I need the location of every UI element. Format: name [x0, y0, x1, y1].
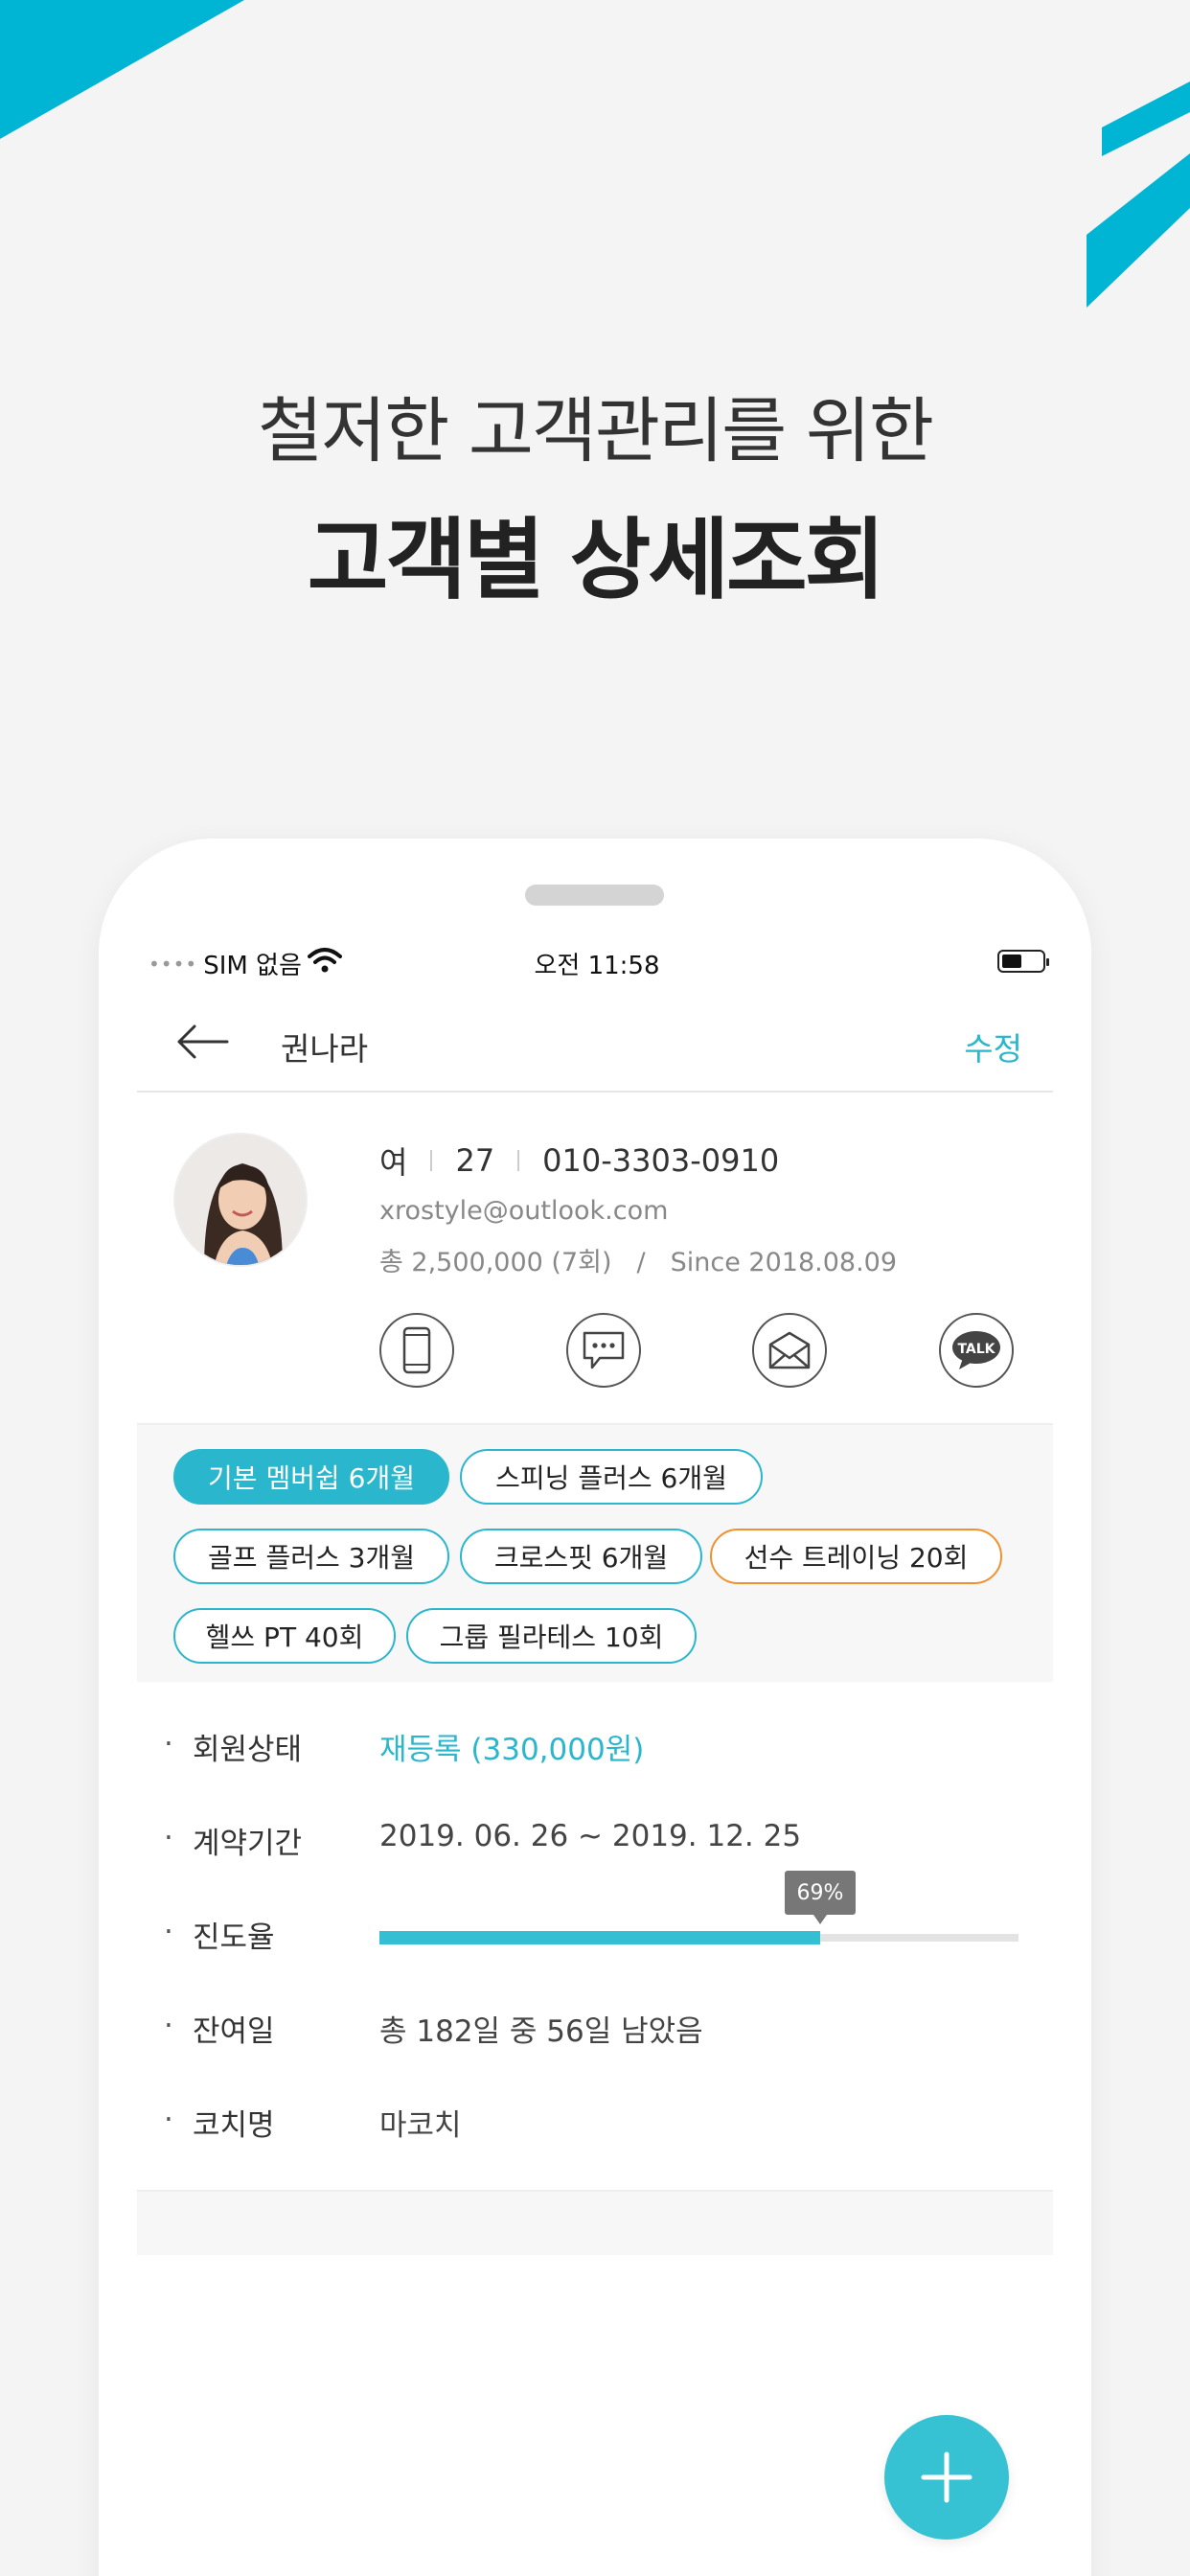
phone-frame: •••• SIM 없음 오전 11:58 권나라 수정 여 27 010-330…	[99, 839, 1091, 2576]
progress-label: 진도율	[193, 1920, 275, 1955]
remaining-days-label: 잔여일	[193, 2014, 275, 2049]
email-value: xrostyle@outlook.com	[379, 1196, 669, 1226]
message-icon[interactable]	[566, 1313, 641, 1388]
tag-crossfit[interactable]: 크로스핏 6개월	[460, 1529, 702, 1584]
row-member-status: · 회원상태 재등록 (330,000원)	[137, 1725, 1053, 1773]
edit-button[interactable]: 수정	[964, 1024, 1022, 1070]
add-button[interactable]	[884, 2415, 1009, 2540]
headline-title: 고객별 상세조회	[307, 509, 886, 611]
detail-list: · 회원상태 재등록 (330,000원) · 계약기간 2019. 06. 2…	[137, 1682, 1053, 2161]
profile-section: 여 27 010-3303-0910 xrostyle@outlook.com …	[137, 1092, 1053, 1423]
tag-golf[interactable]: 골프 플러스 3개월	[173, 1529, 449, 1584]
battery-icon	[997, 950, 1049, 973]
corner-decoration-right	[1037, 81, 1190, 311]
status-bar: •••• SIM 없음 오전 11:58	[149, 946, 1049, 984]
row-remaining-days: · 잔여일 총 182일 중 56일 남았음	[137, 2007, 1053, 2055]
mail-icon[interactable]	[752, 1313, 827, 1388]
basic-info: 여 27 010-3303-0910	[379, 1138, 779, 1183]
progress-tooltip: 69%	[785, 1871, 856, 1924]
phone-speaker	[525, 885, 664, 906]
purchase-summary: 총 2,500,000 (7회) / Since 2018.08.09	[379, 1241, 897, 1278]
progress-fill	[379, 1931, 820, 1944]
divider	[517, 1150, 520, 1171]
navigation-bar: 권나라 수정	[137, 997, 1053, 1092]
talk-label: TALK	[957, 1342, 995, 1357]
progress-bar: 69%	[379, 1871, 1018, 1944]
total-amount: 총 2,500,000 (7회)	[379, 1248, 612, 1277]
contract-period-value: 2019. 06. 26 ~ 2019. 12. 25	[379, 1819, 802, 1853]
coach-name: 마코치	[379, 2108, 462, 2143]
separator-slash: /	[636, 1248, 646, 1277]
age-value: 27	[455, 1142, 495, 1179]
customer-name-title: 권나라	[281, 1030, 369, 1068]
remaining-days-value: 총 182일 중 56일 남았음	[379, 2014, 703, 2049]
member-status-value[interactable]: 재등록 (330,000원)	[379, 1725, 644, 1768]
row-coach: · 코치명 마코치	[137, 2101, 1053, 2149]
contract-period-label: 계약기간	[193, 1827, 303, 1861]
tag-group-pilates[interactable]: 그룹 필라테스 10회	[406, 1608, 697, 1664]
row-contract-period: · 계약기간 2019. 06. 26 ~ 2019. 12. 25	[137, 1819, 1053, 1867]
bullet: ·	[164, 1727, 173, 1761]
phone-icon[interactable]	[379, 1313, 454, 1388]
corner-decoration-left	[0, 0, 249, 144]
tag-health-pt[interactable]: 헬쓰 PT 40회	[173, 1608, 396, 1664]
divider	[430, 1150, 433, 1171]
tag-spinning[interactable]: 스피닝 플러스 6개월	[460, 1449, 763, 1505]
member-since: Since 2018.08.09	[670, 1248, 898, 1277]
avatar	[173, 1133, 308, 1267]
member-status-label: 회원상태	[193, 1733, 303, 1767]
row-progress: · 진도율 69%	[137, 1871, 1053, 1961]
gender-value: 여	[379, 1144, 408, 1181]
tag-membership[interactable]: 기본 멤버쉽 6개월	[173, 1449, 449, 1505]
back-arrow-icon[interactable]	[173, 1018, 231, 1066]
bullet: ·	[164, 1915, 173, 1949]
status-time: 오전 11:58	[534, 952, 660, 980]
kakao-talk-icon[interactable]: TALK	[939, 1313, 1014, 1388]
plus-icon	[921, 2451, 973, 2503]
bullet: ·	[164, 2103, 173, 2137]
bullet: ·	[164, 1821, 173, 1855]
phone-number: 010-3303-0910	[542, 1142, 780, 1179]
footer-band	[137, 2190, 1053, 2255]
coach-label: 코치명	[193, 2108, 275, 2143]
bullet: ·	[164, 2009, 173, 2043]
contact-actions: TALK	[379, 1313, 1018, 1390]
membership-tags: 기본 멤버쉽 6개월 스피닝 플러스 6개월 골프 플러스 3개월 크로스핏 6…	[137, 1423, 1053, 1682]
headline-subtitle: 철저한 고객관리를 위한	[258, 390, 934, 472]
tag-athlete-training[interactable]: 선수 트레이닝 20회	[710, 1529, 1002, 1584]
